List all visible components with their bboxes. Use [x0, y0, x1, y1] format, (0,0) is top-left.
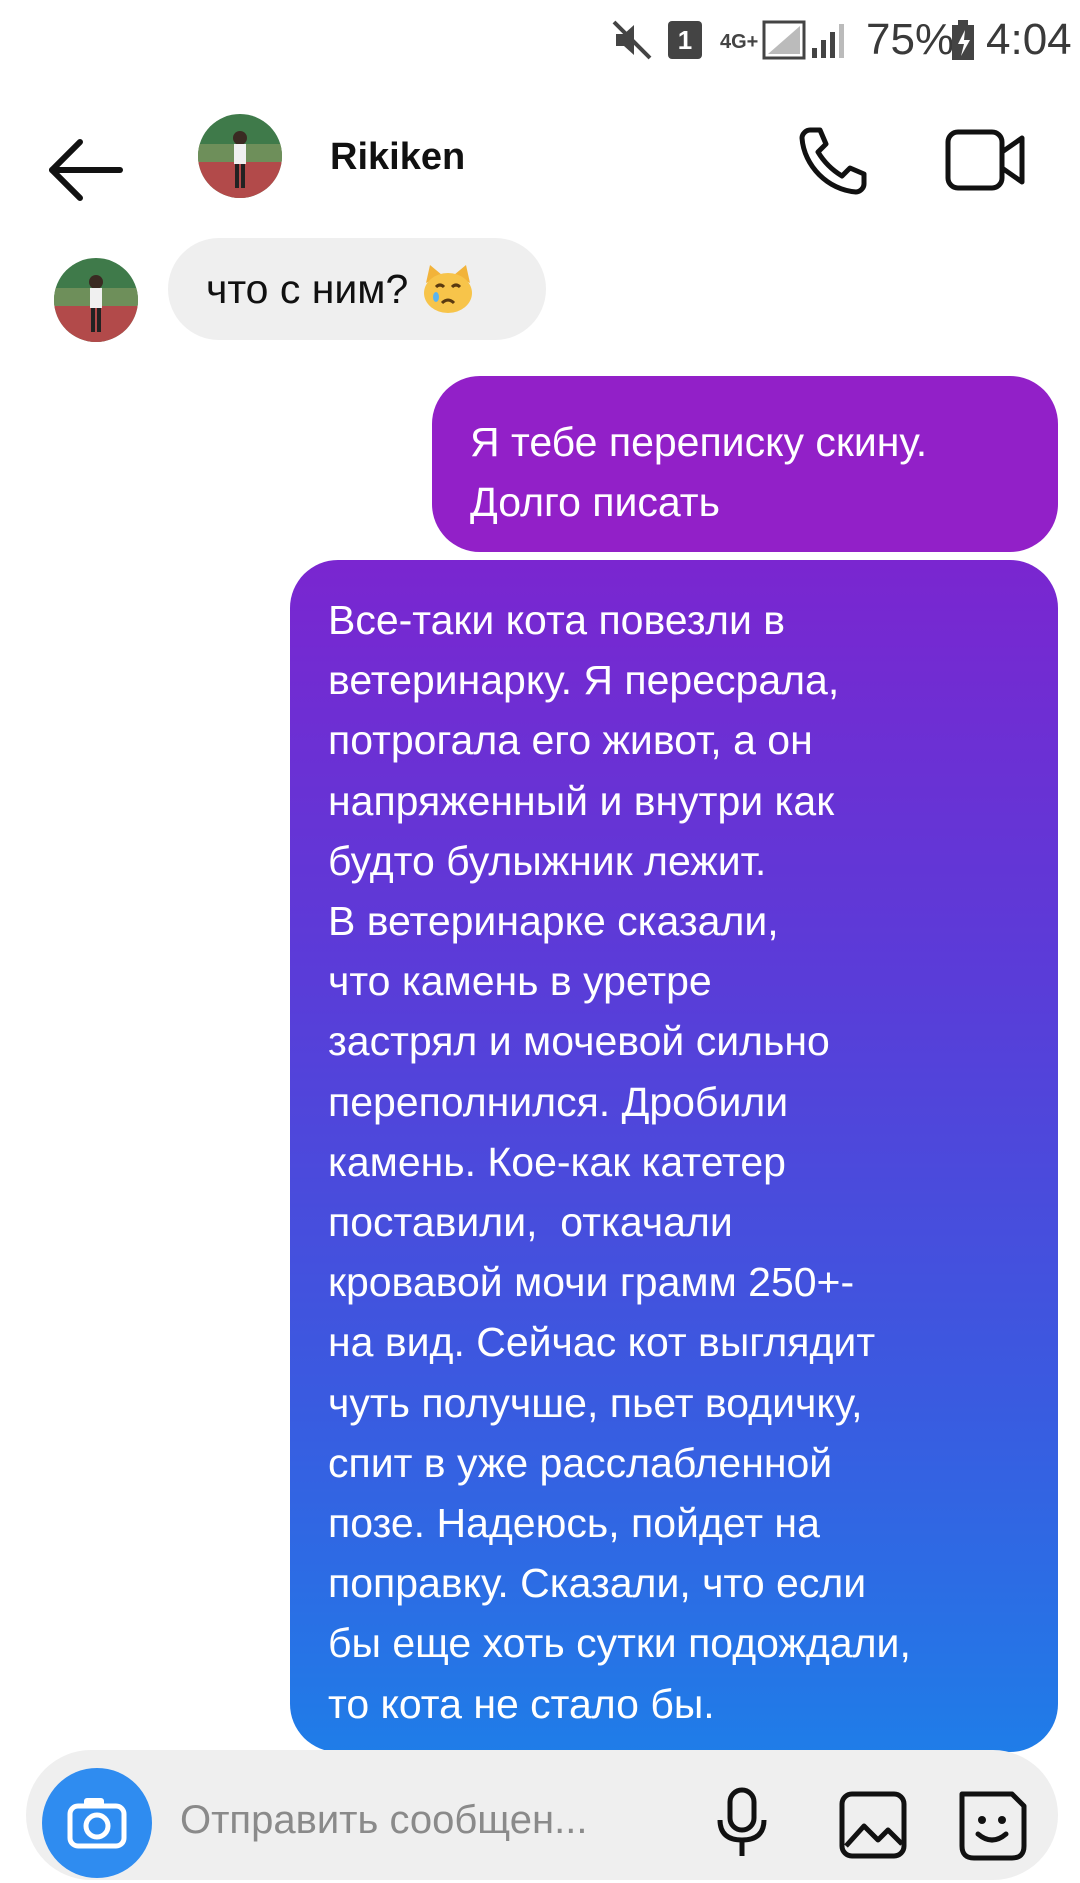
message-line: поправку. Сказали, что если: [328, 1560, 867, 1607]
incoming-message[interactable]: что с ним?: [168, 238, 546, 340]
message-line: будто булыжник лежит.: [328, 837, 767, 884]
message-line: Все-таки кота повезли в: [328, 597, 786, 643]
message-input[interactable]: Отправить сообщен...: [180, 1798, 587, 1843]
microphone-icon: [717, 1787, 767, 1856]
message-line: позе. Надеюсь, пойдет на: [328, 1500, 820, 1547]
message-line: поставили, откачали: [328, 1199, 733, 1246]
signal-icon: [762, 12, 846, 68]
sticker-button[interactable]: [956, 1784, 1028, 1864]
message-line: переполнился. Дробили: [328, 1078, 789, 1125]
clock: 4:04: [986, 15, 1072, 64]
image-icon: [839, 1791, 907, 1859]
status-bar: 1 4G+ 75% 4:04: [0, 0, 1080, 80]
message-line: что камень в уретре: [328, 958, 712, 1005]
gallery-button[interactable]: [838, 1784, 908, 1864]
message-composer: Отправить сообщен...: [26, 1750, 1058, 1880]
mute-icon: [610, 12, 654, 68]
sim-badge: 1: [668, 21, 702, 59]
message-line: кровавой мочи грамм 250+-: [328, 1259, 855, 1306]
network-label: 4G+: [720, 30, 759, 53]
contact-name[interactable]: Rikiken: [330, 136, 465, 179]
camera-icon: [67, 1798, 127, 1849]
message-line: то кота не стало бы.: [328, 1680, 715, 1727]
sim-icon: 1: [668, 12, 702, 68]
message-line: камень. Кое-как катетер: [328, 1138, 786, 1185]
message-line: напряженный и внутри как: [328, 777, 835, 824]
battery-icon: [950, 12, 976, 68]
sticker-icon: [959, 1791, 1027, 1861]
message-line: чуть получше, пьет водичку,: [328, 1379, 863, 1426]
battery-percent: 75%: [866, 15, 955, 64]
message-line: бы еще хоть сутки подождали,: [328, 1620, 911, 1667]
outgoing-message[interactable]: Я тебе переписку скину. Долго писать: [432, 376, 1058, 552]
chat-header: Rikiken: [0, 100, 1080, 240]
message-line: Я тебе переписку скину.: [470, 419, 928, 465]
contact-avatar[interactable]: [198, 114, 282, 198]
network-type-icon: 4G+: [720, 14, 758, 70]
crying-cat-emoji-icon: [420, 261, 476, 317]
voice-message-button[interactable]: [712, 1784, 772, 1864]
camera-button[interactable]: [42, 1768, 152, 1878]
message-line: В ветеринарке сказали,: [328, 898, 779, 945]
message-line: на вид. Сейчас кот выглядит: [328, 1319, 876, 1366]
call-button[interactable]: [796, 122, 872, 198]
video-camera-icon: [945, 129, 1025, 191]
incoming-message-text: что с ним?: [206, 265, 409, 312]
message-line: застрял и мочевой сильно: [328, 1018, 830, 1065]
arrow-left-icon: [49, 139, 123, 201]
video-call-button[interactable]: [944, 122, 1026, 198]
sender-avatar[interactable]: [54, 258, 138, 342]
message-line: потрогала его живот, а он: [328, 717, 813, 764]
outgoing-message[interactable]: Все-таки кота повезли в ветеринарку. Я п…: [290, 560, 1058, 1752]
message-line: ветеринарку. Я пересрала,: [328, 657, 840, 704]
message-line: Долго писать: [470, 479, 720, 525]
message-line: спит в уже расслабленной: [328, 1439, 833, 1486]
phone-icon: [799, 127, 867, 195]
back-button[interactable]: [40, 130, 130, 210]
